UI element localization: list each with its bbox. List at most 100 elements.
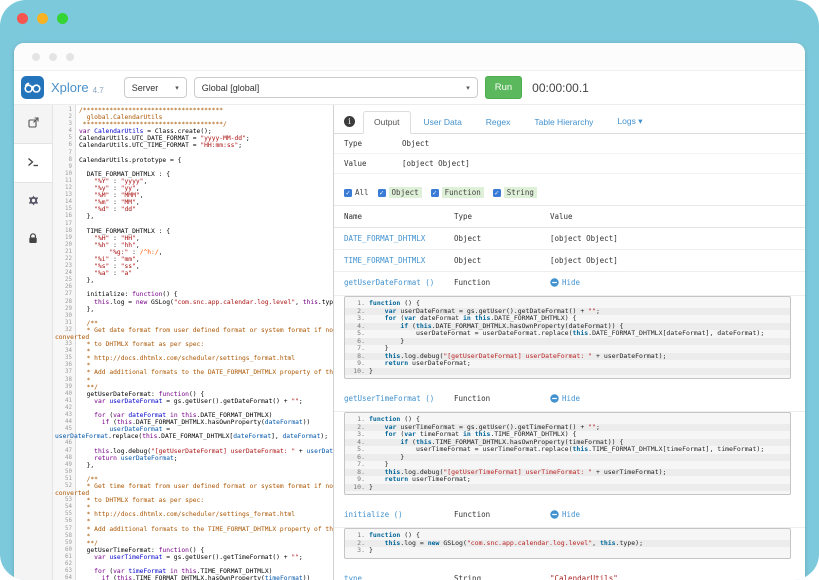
source-line-code: this.log = new GSLog("com.snc.app.calend… bbox=[369, 539, 643, 547]
editor-line-code: * bbox=[79, 377, 90, 384]
filter-function[interactable]: ✓Function bbox=[431, 187, 484, 198]
editor-line-code: * to DHTMLX format as per spec: bbox=[79, 497, 204, 504]
editor-line-code: **/ bbox=[79, 384, 98, 391]
sidebar-button-terminal[interactable] bbox=[14, 143, 52, 183]
code-token: **/ bbox=[79, 384, 98, 391]
window-dot bbox=[66, 53, 74, 61]
code-token: + userDateFormat); bbox=[592, 352, 666, 360]
application-scope-select[interactable]: Global [global] ▾ bbox=[194, 77, 478, 98]
tab-user-data[interactable]: User Data bbox=[413, 111, 473, 134]
xplore-logo-icon bbox=[21, 76, 44, 99]
line-number: 4 bbox=[53, 128, 72, 135]
code-token: .log = bbox=[109, 299, 136, 306]
sidebar-button-lock[interactable] bbox=[14, 221, 52, 259]
editor-line: 58 * bbox=[53, 533, 333, 540]
code-editor[interactable]: 1/*************************************2… bbox=[53, 105, 334, 580]
hide-toggle[interactable]: Hide bbox=[550, 394, 580, 403]
code-token: converted bbox=[55, 334, 89, 341]
editor-line-code: * bbox=[79, 533, 90, 540]
code-token: * bbox=[79, 518, 90, 525]
editor-line: 40 getUserDateFormat: function() { bbox=[53, 391, 333, 398]
code-token: global.CalendarUtils bbox=[79, 114, 162, 121]
code-token bbox=[79, 185, 94, 192]
editor-line: 35 * http://docs.dhtmlx.com/scheduler/se… bbox=[53, 355, 333, 362]
hide-toggle[interactable]: Hide bbox=[550, 510, 580, 519]
info-icon[interactable]: i bbox=[344, 116, 355, 127]
minimize-window-button[interactable] bbox=[37, 13, 48, 24]
filter-object[interactable]: ✓Object bbox=[378, 187, 422, 198]
editor-line-code: * Get time format from user defined form… bbox=[79, 483, 334, 490]
code-token: }, bbox=[79, 277, 94, 284]
code-token bbox=[79, 256, 94, 263]
code-token: , bbox=[592, 539, 600, 547]
code-token: *************************************/ bbox=[79, 121, 227, 128]
code-token: getUserTimeFormat: bbox=[79, 547, 159, 554]
code-token: )) bbox=[303, 419, 311, 426]
maximize-window-button[interactable] bbox=[57, 13, 68, 24]
code-token: "%y" bbox=[94, 185, 109, 192]
code-token: "yyyy-MM-dd" bbox=[200, 135, 246, 142]
code-token bbox=[79, 568, 94, 575]
filter-all[interactable]: ✓All bbox=[344, 188, 369, 197]
editor-line-code: global.CalendarUtils bbox=[79, 114, 162, 121]
run-button[interactable]: Run bbox=[485, 76, 522, 99]
result-value: [object Object] bbox=[550, 256, 803, 265]
result-name-link[interactable]: TIME_FORMAT_DHTMLX bbox=[344, 256, 454, 265]
code-token: + bbox=[295, 448, 306, 455]
code-token: + userTimeFormat); bbox=[592, 468, 666, 476]
tab-regex[interactable]: Regex bbox=[475, 111, 522, 134]
results-table-body: DATE_FORMAT_DHTMLXObject[object Object]T… bbox=[334, 228, 805, 580]
sidebar-button-gear[interactable] bbox=[14, 183, 52, 221]
line-number: 14 bbox=[53, 199, 72, 206]
editor-line-code: * bbox=[79, 348, 90, 355]
close-window-button[interactable] bbox=[17, 13, 28, 24]
code-token: .TIME_FORMAT_DHTMLX.hasOwnProperty( bbox=[132, 575, 265, 580]
checkbox-all[interactable]: ✓ bbox=[344, 189, 352, 197]
result-meta: TypeObjectValue[object Object] bbox=[334, 134, 805, 174]
result-name-link[interactable]: getUserDateFormat () bbox=[344, 278, 454, 289]
tab-output[interactable]: Output bbox=[363, 111, 411, 134]
execution-timer: 00:00:00.1 bbox=[532, 81, 589, 95]
editor-line: 59 **/ bbox=[53, 540, 333, 547]
code-token: , bbox=[136, 256, 140, 263]
hide-label: Hide bbox=[562, 278, 580, 287]
checkbox-function[interactable]: ✓ bbox=[431, 189, 439, 197]
results-scroll-area[interactable]: TypeObjectValue[object Object] ✓All ✓Obje… bbox=[334, 134, 805, 580]
editor-line-wrap: converted bbox=[53, 334, 333, 341]
filter-string[interactable]: ✓String bbox=[493, 187, 537, 198]
checkbox-object[interactable]: ✓ bbox=[378, 189, 386, 197]
code-token: , bbox=[295, 299, 303, 306]
code-token: CalendarUtils.UTC_TIME_FORMAT = bbox=[79, 142, 200, 149]
code-token: * http://docs.dhtmlx.com/scheduler/setti… bbox=[79, 355, 295, 362]
code-token: , bbox=[136, 263, 140, 270]
code-token: userDateFormat bbox=[109, 426, 162, 433]
editor-line-code: converted bbox=[55, 334, 89, 341]
result-name-link[interactable]: type bbox=[344, 574, 454, 580]
code-token: return bbox=[385, 359, 408, 367]
code-token: "%M" bbox=[94, 192, 109, 199]
hide-toggle[interactable]: Hide bbox=[550, 278, 580, 287]
result-name-link[interactable]: DATE_FORMAT_DHTMLX bbox=[344, 234, 454, 243]
checkbox-string[interactable]: ✓ bbox=[493, 189, 501, 197]
code-token: CalendarUtils.UTC_DATE_FORMAT = bbox=[79, 135, 200, 142]
code-token bbox=[79, 299, 94, 306]
result-name-link[interactable]: getUserTimeFormat () bbox=[344, 394, 454, 405]
code-token: * http://docs.dhtmlx.com/scheduler/setti… bbox=[79, 511, 295, 518]
line-number: 48 bbox=[53, 455, 72, 462]
tab-table-hierarchy[interactable]: Table Hierarchy bbox=[523, 111, 604, 134]
code-token bbox=[79, 206, 94, 213]
code-token: "ss" bbox=[121, 263, 136, 270]
code-token: , bbox=[136, 235, 140, 242]
editor-line: 15 "%d" : "dd" bbox=[53, 206, 333, 213]
line-number: 55 bbox=[53, 511, 72, 518]
scope-select[interactable]: Server ▾ bbox=[124, 77, 187, 98]
code-token: for bbox=[94, 412, 105, 419]
result-name-link[interactable]: initialize () bbox=[344, 510, 454, 521]
code-token: this bbox=[181, 412, 196, 419]
source-line-code: userDateFormat = userDateFormat.replace(… bbox=[369, 329, 764, 337]
window-controls bbox=[17, 13, 68, 24]
tab-logs[interactable]: Logs ▾ bbox=[606, 110, 653, 134]
sidebar-button-open-new-window[interactable] bbox=[14, 105, 52, 143]
line-number: 28 bbox=[53, 299, 72, 306]
code-token: ; bbox=[299, 554, 303, 561]
